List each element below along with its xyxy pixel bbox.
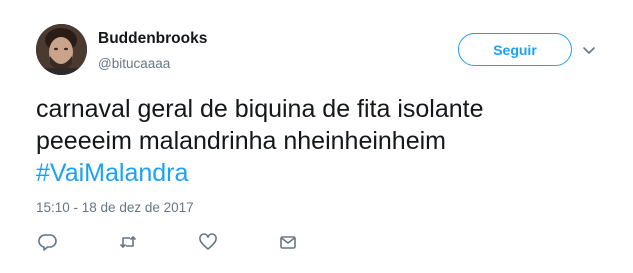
avatar-image xyxy=(36,24,87,75)
heart-icon[interactable] xyxy=(198,232,218,252)
reply-icon[interactable] xyxy=(38,232,58,252)
envelope-icon[interactable] xyxy=(278,232,298,252)
tweet-text-line: peeeeim malandrinha nheinheinheim xyxy=(36,127,446,155)
tweet-timestamp[interactable]: 15:10 - 18 de dez de 2017 xyxy=(36,200,194,215)
follow-button[interactable]: Seguir xyxy=(458,33,572,66)
author-name[interactable]: Buddenbrooks xyxy=(98,30,207,48)
tweet-card: Buddenbrooks @bitucaaaa Seguir carnaval … xyxy=(0,0,633,273)
retweet-icon[interactable] xyxy=(118,232,138,252)
hashtag-link[interactable]: #VaiMalandra xyxy=(36,157,616,189)
tweet-text: carnaval geral de biquina de fita isolan… xyxy=(36,93,616,189)
tweet-text-line: carnaval geral de biquina de fita isolan… xyxy=(36,95,484,123)
chevron-down-icon[interactable] xyxy=(582,43,596,54)
avatar[interactable] xyxy=(36,24,87,75)
author-handle[interactable]: @bitucaaaa xyxy=(98,56,170,71)
